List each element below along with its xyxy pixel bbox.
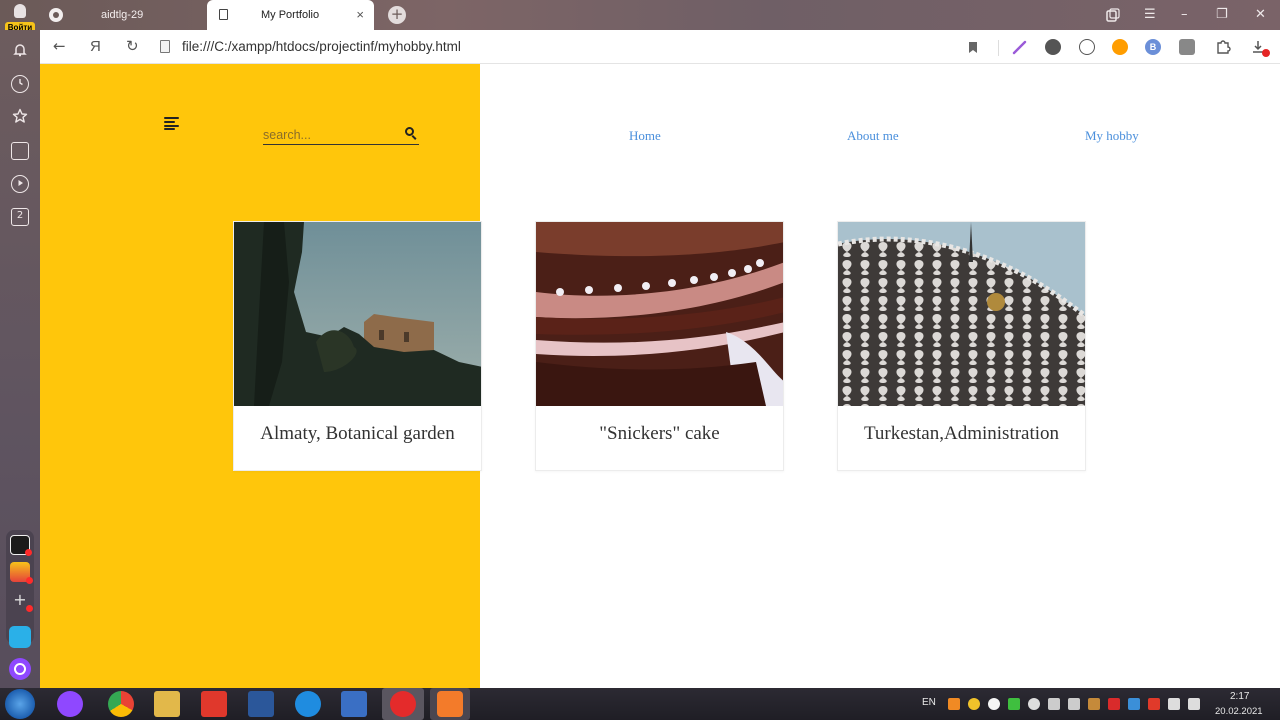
downloads-icon[interactable] bbox=[1252, 39, 1270, 57]
tabs-switcher-icon[interactable] bbox=[1106, 8, 1120, 22]
mail-icon[interactable] bbox=[10, 562, 33, 584]
snickers-cake-photo bbox=[536, 222, 783, 406]
volume-icon[interactable] bbox=[1068, 698, 1080, 710]
tray-app-icon[interactable] bbox=[1028, 698, 1040, 710]
network-icon[interactable] bbox=[1048, 698, 1060, 710]
card-caption: "Snickers" cake bbox=[599, 423, 720, 444]
tray-app-icon[interactable] bbox=[1088, 698, 1100, 710]
tray-settings-icon[interactable] bbox=[1188, 698, 1200, 710]
extension-icon[interactable] bbox=[1079, 39, 1095, 55]
minimize-icon[interactable]: – bbox=[1181, 7, 1188, 22]
clock-time[interactable]: 2:17 bbox=[1230, 691, 1249, 702]
tray-app-icon[interactable] bbox=[968, 698, 980, 710]
alice-assistant-icon[interactable] bbox=[9, 658, 31, 680]
reload-button[interactable]: ↻ bbox=[126, 38, 139, 55]
yandex-home-button[interactable]: Я bbox=[90, 38, 101, 55]
hobby-card-botanical-garden[interactable]: Almaty, Botanical garden bbox=[233, 221, 482, 471]
card-caption: Turkestan,Administration bbox=[863, 423, 1060, 444]
document-icon bbox=[219, 9, 228, 20]
action-center-flag-icon[interactable] bbox=[1168, 698, 1180, 710]
add-app-icon[interactable]: + bbox=[10, 590, 33, 612]
tab-my-portfolio[interactable]: My Portfolio × bbox=[207, 0, 374, 30]
new-tab-button[interactable]: + bbox=[388, 6, 406, 24]
tray-yandex-icon[interactable] bbox=[988, 698, 1000, 710]
tray-download-icon[interactable] bbox=[1008, 698, 1020, 710]
toolbar-divider bbox=[998, 40, 999, 56]
card-caption: Almaty, Botanical garden bbox=[260, 423, 455, 444]
browser-sidebar: 2 + bbox=[0, 30, 40, 688]
sidebar-badge-icon[interactable]: 2 bbox=[11, 208, 29, 226]
yandex-browser-icon[interactable] bbox=[201, 691, 227, 717]
extension-icon[interactable] bbox=[1045, 39, 1061, 55]
turkestan-administration-photo bbox=[838, 222, 1085, 406]
user-avatar-icon bbox=[14, 4, 26, 18]
windows-taskbar: EN 2:17 20.02.2021 bbox=[0, 688, 1280, 720]
nav-link-my-hobby[interactable]: My hobby bbox=[1085, 128, 1139, 144]
hamburger-menu-icon[interactable] bbox=[164, 117, 179, 130]
messenger-icon[interactable] bbox=[9, 626, 31, 648]
file-explorer-icon[interactable] bbox=[154, 691, 180, 717]
extension-icon[interactable] bbox=[1112, 39, 1128, 55]
maximize-icon[interactable]: ❐ bbox=[1216, 7, 1228, 22]
browser-title-bar: Войти aidtlg-29 My Portfolio × + ☰ – ❐ ✕ bbox=[0, 0, 1280, 34]
media-player-icon[interactable] bbox=[341, 691, 367, 717]
nav-link-about-me[interactable]: About me bbox=[847, 128, 899, 144]
start-button-icon[interactable] bbox=[5, 689, 35, 719]
alice-taskbar-icon[interactable] bbox=[57, 691, 83, 717]
vk-extension-icon[interactable]: B bbox=[1145, 39, 1161, 55]
xampp-icon[interactable] bbox=[430, 688, 470, 720]
pen-extension-icon[interactable] bbox=[1012, 39, 1028, 55]
tab-label: My Portfolio bbox=[261, 9, 320, 21]
address-bar: ← Я ↻ file:///C:/xampp/htdocs/projectinf… bbox=[40, 30, 1280, 64]
extension-icon[interactable] bbox=[1179, 39, 1195, 55]
tab-label: aidtlg-29 bbox=[101, 9, 144, 21]
language-indicator[interactable]: EN bbox=[922, 697, 936, 708]
history-clock-icon[interactable] bbox=[11, 75, 29, 93]
video-play-icon[interactable] bbox=[11, 175, 29, 193]
hobby-card-snickers-cake[interactable]: "Snickers" cake bbox=[535, 221, 784, 471]
back-button[interactable]: ← bbox=[53, 38, 66, 55]
bookmarks-star-icon[interactable] bbox=[11, 108, 29, 126]
url-field[interactable]: file:///C:/xampp/htdocs/projectinf/myhob… bbox=[182, 39, 461, 54]
tab-github[interactable]: aidtlg-29 bbox=[40, 0, 206, 30]
clock-date[interactable]: 20.02.2021 bbox=[1215, 706, 1263, 717]
internet-explorer-icon[interactable] bbox=[295, 691, 321, 717]
search-input[interactable] bbox=[263, 126, 399, 143]
tray-app-icon[interactable] bbox=[1128, 698, 1140, 710]
close-window-icon[interactable]: ✕ bbox=[1255, 7, 1266, 22]
tray-shield-icon[interactable] bbox=[1108, 698, 1120, 710]
nav-link-home[interactable]: Home bbox=[629, 128, 661, 144]
search-box bbox=[263, 126, 419, 145]
extensions-puzzle-icon[interactable] bbox=[1215, 39, 1231, 55]
yandex-browser-active-icon[interactable] bbox=[382, 688, 424, 720]
file-icon bbox=[160, 40, 170, 53]
tray-warning-icon[interactable] bbox=[1148, 698, 1160, 710]
profile-button[interactable]: Войти bbox=[4, 2, 36, 34]
hobby-card-turkestan-administration[interactable]: Turkestan,Administration bbox=[837, 221, 1086, 471]
tray-app-icon[interactable] bbox=[948, 698, 960, 710]
browser-menu-icon[interactable]: ☰ bbox=[1144, 7, 1156, 22]
word-icon[interactable] bbox=[248, 691, 274, 717]
collections-icon[interactable] bbox=[11, 142, 29, 160]
close-tab-icon[interactable]: × bbox=[356, 7, 364, 22]
chrome-icon[interactable] bbox=[108, 691, 134, 717]
search-icon[interactable] bbox=[405, 127, 417, 141]
botanical-garden-photo bbox=[234, 222, 481, 406]
bookmark-icon[interactable] bbox=[968, 41, 978, 54]
dock-app-icon[interactable] bbox=[10, 535, 32, 556]
notifications-bell-icon[interactable] bbox=[11, 42, 29, 60]
